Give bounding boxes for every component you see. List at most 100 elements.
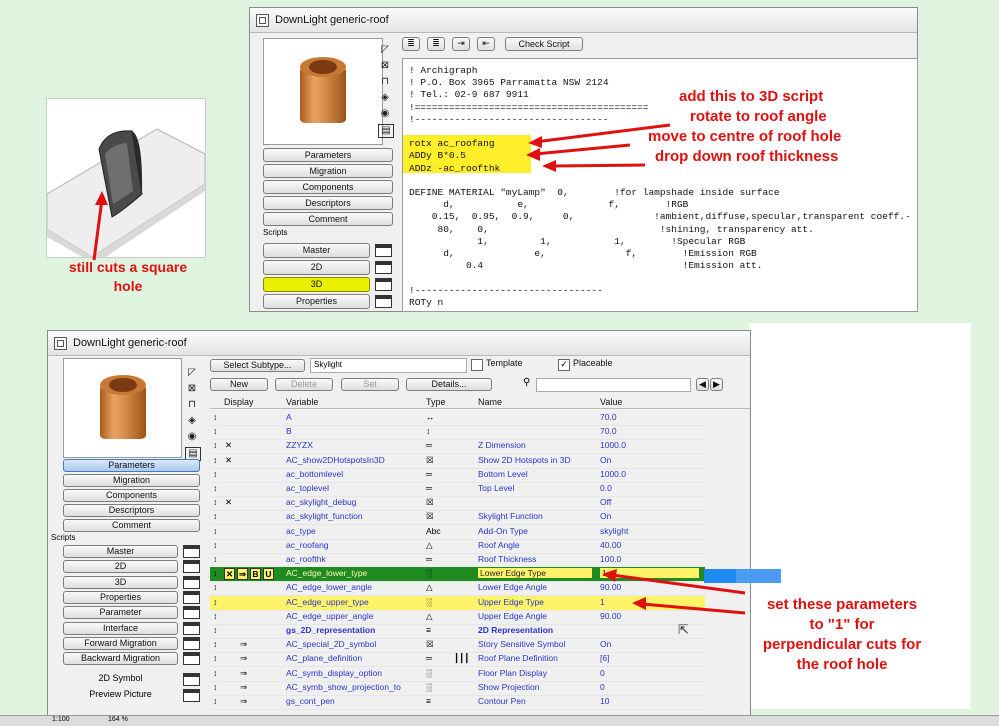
status-scale[interactable]: 1:100 (52, 716, 70, 723)
indent-right-button[interactable]: ≣ (427, 37, 445, 51)
script-button-9[interactable]: Preview Picture (63, 689, 178, 702)
table-row[interactable]: ↕ ⇒ AC_special_2D_symbol ☒ Story Sensitive S… (210, 638, 705, 654)
script-button-1[interactable]: 2D (63, 560, 178, 574)
table-row[interactable]: ↕ ⇒ AC_plane_definition ═ ┃┃┃ Roof Plane Defi… (210, 652, 705, 668)
script-button-7[interactable]: Backward Migration (63, 652, 178, 666)
code-line: d, e, f, !RGB (409, 199, 689, 211)
script-button-5[interactable]: Interface (63, 621, 178, 635)
script-button-3[interactable]: Properties (63, 590, 178, 604)
script-window-icon[interactable] (183, 606, 200, 620)
next-button[interactable]: ▶ (710, 378, 723, 391)
select-subtype-button[interactable]: Select Subtype... (210, 359, 305, 372)
script-master[interactable]: Master (263, 243, 370, 258)
nav-comment[interactable]: Comment (263, 212, 393, 226)
comment-button[interactable]: ⇥ (452, 37, 470, 51)
script-button-8[interactable]: 2D Symbol (63, 673, 178, 686)
script-button-2[interactable]: 3D (63, 575, 178, 589)
hidden-x-icon: ✕ (225, 454, 233, 465)
3d-view-icon[interactable]: ◈ (185, 415, 199, 427)
app-icon (256, 13, 269, 27)
table-row[interactable]: ↕ ac_toplevel ═ Top Level 0.0 (210, 482, 705, 497)
search-input[interactable] (536, 378, 691, 392)
script-window-icon[interactable] (183, 621, 200, 635)
variable-cell: AC_edge_upper_angle (286, 610, 374, 621)
table-row[interactable]: ↕ ac_skylight_function ☒ Skylight Function O… (210, 510, 705, 526)
box-icon[interactable]: ⊠ (378, 60, 392, 72)
shade-icon[interactable]: ◉ (378, 108, 392, 120)
script-window-icon[interactable] (183, 575, 200, 589)
delete-button[interactable]: Delete (275, 378, 333, 391)
script-2d[interactable]: 2D (263, 260, 370, 275)
new-button[interactable]: New (210, 378, 268, 391)
table-row[interactable]: ↕ ac_roofang △ Roof Angle 40.00 (210, 539, 705, 554)
plan-icon[interactable]: ⊓ (378, 76, 392, 88)
nav-parameters[interactable]: Parameters (63, 459, 200, 472)
nav-components[interactable]: Components (263, 180, 393, 194)
script-window-icon[interactable] (183, 545, 200, 558)
script-window-icon[interactable] (183, 590, 200, 604)
object-preview (263, 38, 383, 145)
window-titlebar[interactable]: DownLight generic-roof (250, 8, 917, 33)
indent-arrow-icon: ⇒ (240, 653, 248, 664)
table-row[interactable]: ↕ ✕ AC_show2DHotspotsIn3D ☒ Show 2D Hotspots… (210, 454, 705, 469)
value-cell: On (600, 639, 612, 650)
nav-comment[interactable]: Comment (63, 519, 200, 532)
nav-descriptors[interactable]: Descriptors (263, 196, 393, 210)
details-button[interactable]: Details... (406, 378, 492, 391)
3d-view-icon[interactable]: ◈ (378, 92, 392, 104)
arrow-pointer-icon[interactable]: ◸ (185, 367, 199, 379)
script-editor[interactable]: ! Archigraph! P.O. Box 3965 Parramatta N… (402, 58, 918, 312)
arrow-pointer-icon[interactable]: ◸ (378, 44, 392, 56)
name-cell: Z Dimension (478, 440, 526, 451)
2d-script-window-icon[interactable] (375, 261, 392, 274)
nav-parameters[interactable]: Parameters (263, 148, 393, 162)
nav-descriptors[interactable]: Descriptors (63, 504, 200, 517)
nav-migration[interactable]: Migration (63, 474, 200, 487)
row-flag-icon[interactable]: ⇒ (237, 568, 248, 581)
script-properties[interactable]: Properties (263, 294, 370, 309)
status-zoom[interactable]: 164 % (108, 716, 128, 723)
row-flag-icon[interactable]: U (263, 568, 274, 581)
shade-icon[interactable]: ◉ (185, 431, 199, 443)
properties-script-window-icon[interactable] (375, 295, 392, 308)
nav-migration[interactable]: Migration (263, 164, 393, 178)
script-window-icon[interactable] (183, 636, 200, 650)
table-row[interactable]: ↕ ac_type Abc Add-On Type skylight (210, 525, 705, 540)
type-icon: ≡ (426, 696, 431, 706)
box-icon[interactable]: ⊠ (185, 383, 199, 395)
window-titlebar-bottom[interactable]: DownLight generic-roof (48, 331, 750, 356)
row-flag-icon[interactable]: ✕ (224, 568, 235, 581)
template-checkbox[interactable] (471, 359, 483, 371)
plan-icon[interactable]: ⊓ (185, 399, 199, 411)
script-window-icon[interactable] (183, 673, 200, 687)
indent-left-button[interactable]: ≣ (402, 37, 420, 51)
table-row[interactable]: ↕ A ↔ 70.0 (210, 411, 705, 426)
table-row[interactable]: ↕ ✕ ZZYZX ═ Z Dimension 1000.0 (210, 439, 705, 455)
type-icon: △ (426, 582, 433, 593)
uncomment-button[interactable]: ⇤ (477, 37, 495, 51)
prev-button[interactable]: ◀ (696, 378, 709, 391)
table-row[interactable]: ↕ ac_bottomlevel ═ Bottom Level 1000.0 (210, 468, 705, 483)
table-row[interactable]: ↕ ⇒ AC_symb_show_projection_to ░ Show Projec… (210, 681, 705, 696)
table-row[interactable]: ↕ ⇒ gs_cont_pen ≡ Contour Pen 10 (210, 695, 705, 710)
table-row[interactable]: ↕ B ↕ 70.0 (210, 425, 705, 441)
set-button[interactable]: Set (341, 378, 399, 391)
list-icon[interactable]: ▤ (378, 124, 394, 138)
script-window-icon[interactable] (183, 560, 200, 574)
placeable-checkbox[interactable]: ✓ (558, 359, 570, 371)
script-window-icon[interactable] (183, 688, 200, 702)
script-button-4[interactable]: Parameter (63, 606, 178, 620)
check-script-button[interactable]: Check Script (505, 37, 583, 51)
table-row[interactable]: ↕ ⇒ AC_symb_display_option ░ Floor Plan Disp… (210, 667, 705, 682)
3d-script-window-icon[interactable] (375, 278, 392, 291)
script-3d[interactable]: 3D (263, 277, 370, 292)
master-script-window-icon[interactable] (375, 244, 392, 257)
script-window-icon[interactable] (183, 652, 200, 666)
script-button-0[interactable]: Master (63, 545, 178, 558)
table-row[interactable]: ↕ ✕ ac_skylight_debug ☒ Off (210, 496, 705, 512)
row-flag-icon[interactable]: B (250, 568, 261, 581)
value-cell: 0 (600, 667, 605, 678)
script-button-6[interactable]: Forward Migration (63, 636, 178, 650)
nav-components[interactable]: Components (63, 489, 200, 502)
table-row[interactable]: ↕ gs_2D_representation ≡ 2D Representation (210, 624, 705, 639)
